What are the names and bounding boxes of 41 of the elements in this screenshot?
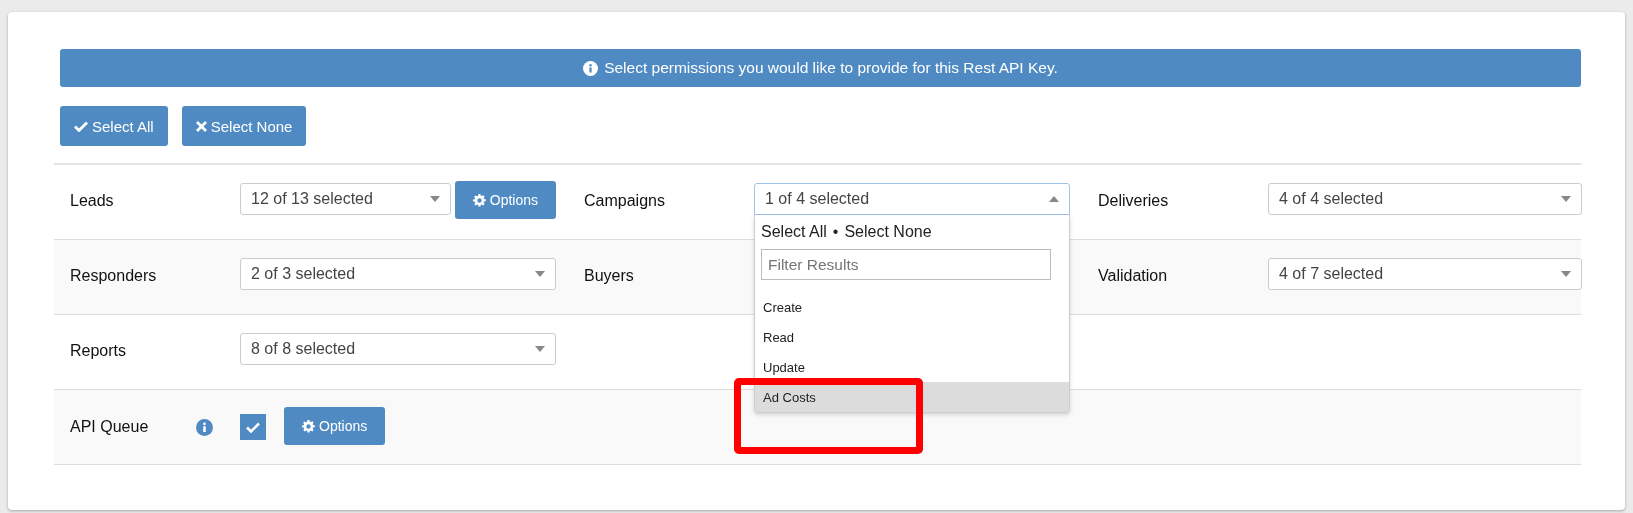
filter-field[interactable]: Filter Results: [761, 249, 1051, 280]
select-none-button[interactable]: Select None: [181, 106, 307, 146]
separator-dot: •: [832, 223, 839, 241]
multi-select[interactable]: 4 of 4 selected: [1268, 183, 1582, 215]
dropdown-option[interactable]: Ad Costs: [755, 382, 1069, 412]
info-icon: [583, 60, 599, 76]
select-none-link[interactable]: Select None: [844, 223, 932, 241]
options-button[interactable]: Options: [454, 181, 556, 219]
close-icon: [195, 120, 207, 132]
multi-select[interactable]: 1 of 4 selected: [754, 183, 1070, 215]
row-label: Campaigns: [584, 192, 666, 210]
row-label: API Queue: [70, 418, 149, 436]
caret-icon: [1561, 271, 1571, 277]
caret-icon: [1561, 196, 1571, 202]
multi-select[interactable]: 4 of 7 selected: [1268, 258, 1582, 290]
row-label: Reports: [70, 342, 128, 360]
multi-select[interactable]: 12 of 13 selected: [240, 183, 451, 215]
select-all-link[interactable]: Select All: [761, 223, 827, 241]
info-icon[interactable]: [196, 418, 214, 436]
multi-select[interactable]: 8 of 8 selected: [240, 333, 556, 365]
dropdown-option[interactable]: Create: [755, 292, 1069, 322]
banner-text: Select permissions you would like to provide for this Rest API Key.: [604, 59, 1058, 77]
gear-icon: [472, 193, 486, 207]
gear-icon: [302, 419, 315, 433]
row-label: Responders: [70, 267, 158, 285]
dropdown-option[interactable]: Read: [755, 322, 1069, 352]
caret-icon: [535, 346, 545, 352]
row-label: Deliveries: [1098, 192, 1170, 210]
row-label: Validation: [1098, 267, 1169, 285]
checkbox[interactable]: [240, 414, 266, 440]
check-icon: [74, 120, 88, 132]
row-label: Leads: [70, 192, 115, 210]
caret-icon: [535, 271, 545, 277]
check-icon: [246, 421, 260, 433]
caret-icon: [1049, 196, 1059, 202]
caret-icon: [429, 196, 440, 202]
row-label: Buyers: [584, 267, 635, 285]
dropdown-option[interactable]: Update: [755, 352, 1069, 382]
multi-select[interactable]: 2 of 3 selected: [240, 258, 556, 290]
select-all-button[interactable]: Select All: [60, 106, 168, 146]
options-button[interactable]: Options: [284, 407, 386, 445]
